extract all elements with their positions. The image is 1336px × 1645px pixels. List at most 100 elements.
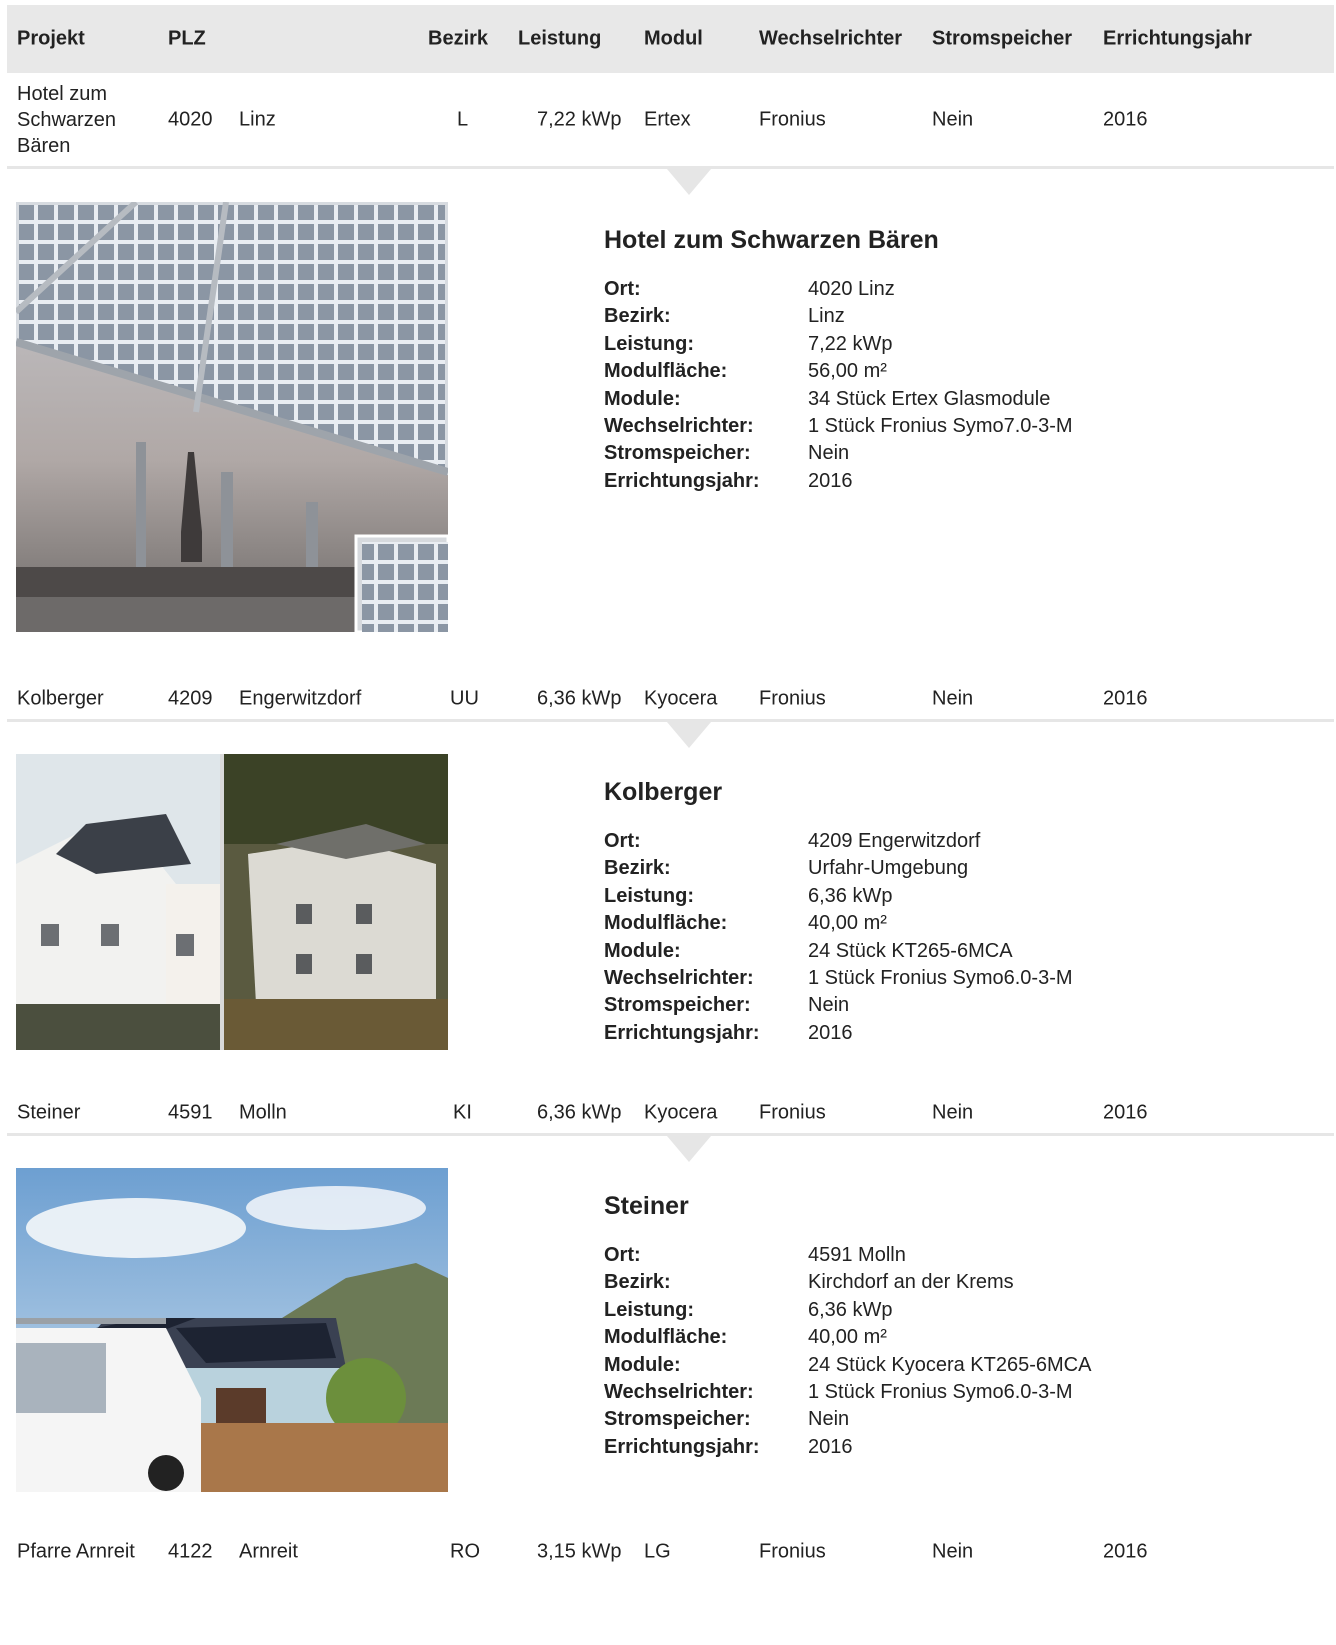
label-ort: Ort:: [604, 1244, 641, 1266]
cell-plz: 4591: [168, 1101, 213, 1124]
col-header-bezirk[interactable]: Bezirk: [428, 28, 488, 51]
label-leistung: Leistung:: [604, 884, 694, 907]
project-details-list: Ort: 4591 Molln Bezirk: Kirchdorf an der K…: [604, 1241, 1124, 1471]
project-photo: [16, 1168, 448, 1492]
cell-bezirk: UU: [450, 687, 479, 710]
value-ort: 4209 Engerwitzdorf: [808, 830, 981, 852]
project-info: Kolberger Ort: 4209 Engerwitzdorf Bezirk:…: [604, 778, 1073, 1044]
cell-leistung: 7,22 kWp: [537, 108, 622, 130]
col-header-wechselrichter[interactable]: Wechselrichter: [759, 28, 902, 51]
value-module: 24 Stück Kyocera KT265-6MCA: [808, 1353, 1092, 1376]
value-stromspeicher: Nein: [808, 442, 850, 465]
label-stromspeicher: Stromspeicher:: [604, 442, 751, 465]
cell-errichtungsjahr: 2016: [1103, 687, 1148, 710]
value-bezirk: Kirchdorf an der Krems: [808, 1271, 1014, 1294]
table-row[interactable]: Hotel zum Schwarzen Bären 4020 Linz L 7,…: [7, 73, 1334, 169]
expand-arrow-icon: [667, 722, 711, 748]
value-bezirk: Linz: [808, 305, 845, 328]
cell-modul: LG: [644, 1540, 671, 1563]
value-modulflaeche: 40,00 m²: [808, 912, 887, 935]
label-module: Module:: [604, 387, 681, 410]
col-header-projekt[interactable]: Projekt: [17, 28, 85, 51]
value-stromspeicher: Nein: [808, 994, 850, 1017]
cell-projekt: Kolberger: [17, 687, 104, 710]
table-row[interactable]: Steiner 4591 Molln KI 6,36 kWp Kyocera F…: [7, 1093, 1334, 1136]
cell-projekt: Hotel zum Schwarzen Bären: [17, 82, 116, 157]
col-header-leistung[interactable]: Leistung: [518, 28, 601, 51]
value-leistung: 6,36 kWp: [808, 884, 893, 907]
col-header-modul[interactable]: Modul: [644, 28, 703, 51]
cell-stromspeicher: Nein: [932, 1101, 974, 1124]
cell-modul: Ertex: [644, 108, 691, 130]
label-bezirk: Bezirk:: [604, 857, 671, 880]
label-bezirk: Bezirk:: [604, 305, 671, 328]
project-info: Steiner Ort: 4591 Molln Bezirk: Kirchdorf …: [604, 1192, 1091, 1458]
label-modulflaeche: Modulfläche:: [604, 1326, 728, 1349]
value-wechselrichter: 1 Stück Fronius Symo7.0-3-M: [808, 415, 1073, 437]
value-ort: 4020 Linz: [808, 278, 895, 300]
table-header: Projekt PLZ Bezirk Leistung Modul Wechse…: [7, 5, 1334, 73]
value-errichtungsjahr: 2016: [808, 1435, 853, 1458]
col-header-stromspeicher[interactable]: Stromspeicher: [932, 28, 1072, 51]
value-leistung: 7,22 kWp: [808, 332, 893, 355]
cell-errichtungsjahr: 2016: [1103, 1540, 1148, 1563]
cell-plz: 4209: [168, 687, 213, 710]
cell-ort: Molln: [239, 1101, 287, 1124]
cell-leistung: 6,36 kWp: [537, 687, 622, 710]
col-header-plz[interactable]: PLZ: [168, 28, 206, 51]
project-photo: [16, 754, 448, 1050]
value-ort: 4591 Molln: [808, 1244, 906, 1266]
label-errichtungsjahr: Errichtungsjahr:: [604, 1021, 760, 1044]
cell-wechselrichter: Fronius: [759, 1540, 826, 1563]
project-detail: Steiner Ort: 4591 Molln Bezirk: Kirchdorf …: [7, 1136, 1334, 1532]
label-module: Module:: [604, 1353, 681, 1376]
value-modulflaeche: 56,00 m²: [808, 360, 887, 383]
value-wechselrichter: 1 Stück Fronius Symo6.0-3-M: [808, 967, 1073, 989]
project-details-list: Ort: 4020 Linz Bezirk: Linz Leistung: 7,22 …: [604, 275, 1124, 505]
projects-table: Projekt PLZ Bezirk Leistung Modul Wechse…: [7, 5, 1334, 1572]
cell-stromspeicher: Nein: [932, 1540, 974, 1563]
label-module: Module:: [604, 939, 681, 962]
label-errichtungsjahr: Errichtungsjahr:: [604, 469, 760, 492]
expand-arrow-icon: [667, 169, 711, 195]
cell-modul: Kyocera: [644, 1101, 718, 1124]
label-wechselrichter: Wechselrichter:: [604, 1381, 754, 1403]
value-wechselrichter: 1 Stück Fronius Symo6.0-3-M: [808, 1381, 1073, 1403]
cell-leistung: 6,36 kWp: [537, 1101, 622, 1124]
value-module: 24 Stück KT265-6MCA: [808, 939, 1013, 962]
project-detail: Hotel zum Schwarzen Bären Ort: 4020 Linz …: [7, 169, 1334, 679]
label-wechselrichter: Wechselrichter:: [604, 967, 754, 989]
label-stromspeicher: Stromspeicher:: [604, 1408, 751, 1431]
value-bezirk: Urfahr-Umgebung: [808, 857, 969, 880]
cell-errichtungsjahr: 2016: [1103, 1101, 1148, 1124]
value-stromspeicher: Nein: [808, 1408, 850, 1431]
label-leistung: Leistung:: [604, 332, 694, 355]
cell-plz: 4020: [168, 108, 213, 130]
col-header-errichtungsjahr[interactable]: Errichtungsjahr: [1103, 28, 1252, 51]
value-errichtungsjahr: 2016: [808, 469, 853, 492]
cell-ort: Engerwitzdorf: [239, 687, 362, 710]
project-title: Kolberger: [604, 778, 723, 806]
cell-wechselrichter: Fronius: [759, 687, 826, 710]
cell-bezirk: KI: [453, 1101, 472, 1124]
label-modulflaeche: Modulfläche:: [604, 912, 728, 935]
value-errichtungsjahr: 2016: [808, 1021, 853, 1044]
label-modulflaeche: Modulfläche:: [604, 360, 728, 383]
cell-ort: Linz: [239, 108, 276, 130]
expand-arrow-icon: [667, 1136, 711, 1162]
project-title: Hotel zum Schwarzen Bären: [604, 226, 939, 254]
table-row[interactable]: Pfarre Arnreit 4122 Arnreit RO 3,15 kWp …: [7, 1532, 1334, 1572]
project-details-list: Ort: 4209 Engerwitzdorf Bezirk: Urfahr-Umg…: [604, 827, 1124, 1057]
value-modulflaeche: 40,00 m²: [808, 1326, 887, 1349]
cell-bezirk: RO: [450, 1540, 480, 1563]
label-bezirk: Bezirk:: [604, 1271, 671, 1294]
cell-wechselrichter: Fronius: [759, 108, 826, 130]
label-wechselrichter: Wechselrichter:: [604, 415, 754, 437]
label-leistung: Leistung:: [604, 1298, 694, 1321]
project-info: Hotel zum Schwarzen Bären Ort: 4020 Linz …: [604, 226, 1073, 492]
label-ort: Ort:: [604, 830, 641, 852]
cell-stromspeicher: Nein: [932, 108, 974, 130]
cell-errichtungsjahr: 2016: [1103, 108, 1148, 130]
table-row[interactable]: Kolberger 4209 Engerwitzdorf UU 6,36 kWp…: [7, 679, 1334, 722]
cell-bezirk: L: [457, 108, 469, 130]
